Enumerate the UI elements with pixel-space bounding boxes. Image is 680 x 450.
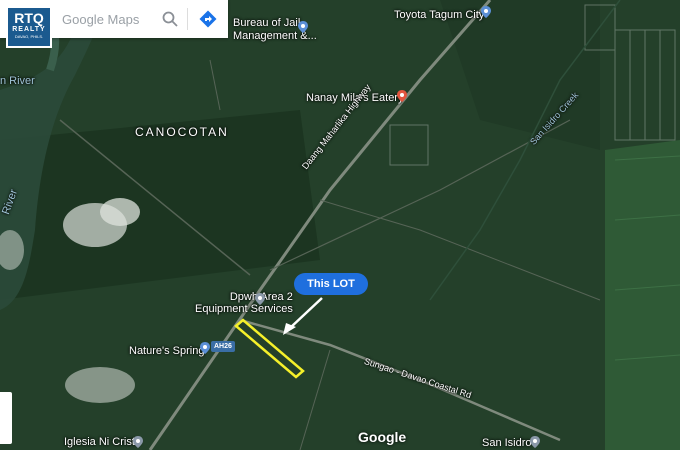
lot-callout: This LOT [294,273,368,295]
map-side-control[interactable] [0,392,12,444]
rtq-realty-logo: RTQ REALTY DAVAO, PHILS. [6,6,52,48]
satellite-map[interactable]: Bureau of Jail Management &... Toyota Ta… [0,0,680,450]
restaurant-pin-icon[interactable] [397,90,407,102]
area-label-canocotan: CANOCOTAN [135,125,229,139]
highway-shield-ah26: AH26 [211,341,235,352]
place-label-natures[interactable]: Nature's Spring [129,345,204,357]
place-pin-icon[interactable] [530,436,540,448]
place-pin-icon[interactable] [255,293,265,305]
directions-icon[interactable] [199,10,217,28]
place-label-iglesia[interactable]: Iglesia Ni Cristo [64,436,141,448]
place-label-toyota[interactable]: Toyota Tagum City [394,9,484,21]
place-label-sanisidro[interactable]: San Isidro [482,437,532,449]
search-icon[interactable] [162,11,178,27]
place-pin-icon[interactable] [133,436,143,448]
place-pin-icon[interactable] [200,342,210,354]
place-pin-icon[interactable] [298,21,308,33]
map-imagery [0,0,680,450]
place-label-dpwh[interactable]: Dpwh Area 2 Equipment Services [195,291,293,315]
search-input[interactable]: Google Maps [62,12,139,27]
place-pin-icon[interactable] [481,6,491,18]
search-divider [187,8,188,30]
google-logo: Google [358,429,407,445]
water-label-river-top: n River [0,75,35,87]
